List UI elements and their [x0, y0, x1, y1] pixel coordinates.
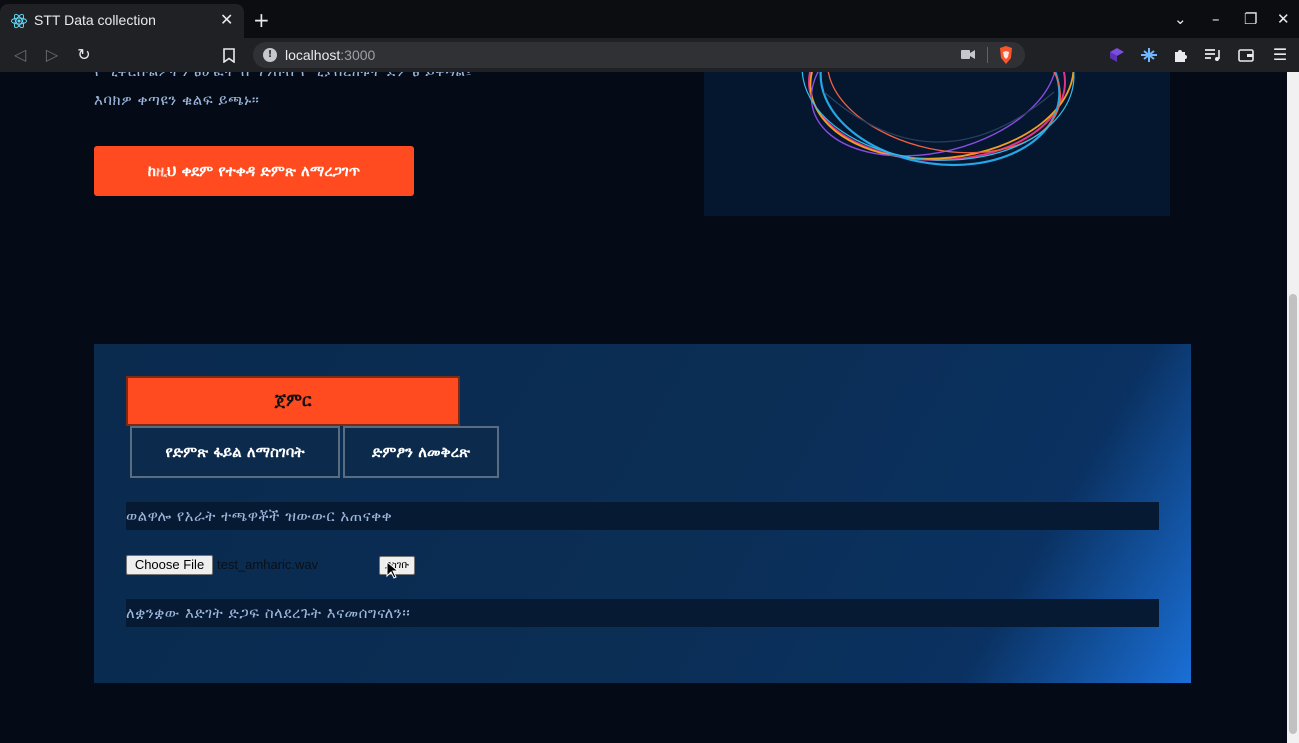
forward-icon[interactable]: ▷	[42, 45, 62, 65]
bookmark-icon[interactable]	[219, 45, 239, 65]
close-window-icon[interactable]: ✕	[1277, 10, 1290, 28]
page-scrollbar[interactable]	[1287, 72, 1299, 743]
thank-you-message: ለቋንቋው እድገት ድጋፍ ስላደረጉት እናመሰግናለን፡፡	[126, 599, 1159, 627]
intro-text-line-2: እባክዎ ቀጣዩን ቁልፍ ይጫኑ።	[94, 91, 260, 109]
site-info-icon[interactable]: !	[263, 48, 277, 62]
url-port: :3000	[340, 47, 376, 63]
extensions-puzzle-icon[interactable]	[1172, 46, 1190, 64]
mouse-cursor-icon	[386, 561, 398, 579]
scrollbar-thumb[interactable]	[1289, 294, 1297, 734]
brave-shield-icon[interactable]	[998, 46, 1014, 64]
extension-puzzle-purple-icon[interactable]	[1108, 46, 1126, 64]
browser-toolbar: ◁ ▷ ↻ ! localhost:3000 9 ☰	[0, 38, 1299, 107]
sound-wave-rings-illustration	[801, 72, 1075, 167]
tab-title: STT Data collection	[34, 12, 156, 28]
verify-recorded-audio-button[interactable]: ከዚህ ቀደም የተቀዳ ድምጽ ለማረጋገጥ	[94, 146, 414, 196]
url-text[interactable]: localhost:3000	[285, 47, 375, 63]
wallet-icon[interactable]	[1237, 46, 1255, 64]
new-tab-button[interactable]: +	[253, 9, 270, 31]
audio-upload-card: ጀምር የድምጽ ፋይል ለማስገባት ድምፆን ለመቅረጽ ወልዋሎ የአራት…	[94, 344, 1191, 683]
maximize-icon[interactable]: ❐	[1244, 10, 1257, 28]
url-host: localhost	[285, 47, 341, 63]
react-logo-icon	[11, 13, 27, 29]
intro-text-line-1: የሚቀርቡልዎትን ፅሁፎች በማንበብ የሚያበረክቱት ድምፅ ይቀዳል፤	[94, 72, 472, 80]
camera-icon[interactable]	[961, 49, 975, 60]
menu-icon[interactable]: ☰	[1270, 45, 1290, 65]
browser-tab[interactable]: STT Data collection ✕	[0, 4, 244, 38]
address-bar[interactable]: ! localhost:3000	[253, 42, 1025, 68]
extension-plane-icon[interactable]	[1140, 46, 1158, 64]
choose-file-button[interactable]: Choose File	[126, 555, 213, 575]
minimize-icon[interactable]: –	[1212, 10, 1220, 28]
selected-file-name: test_amharic.wav	[217, 557, 319, 572]
tab-search-icon[interactable]: ⌄	[1174, 10, 1187, 28]
media-playlist-icon[interactable]	[1203, 46, 1221, 64]
reload-icon[interactable]: ↻	[74, 45, 94, 65]
prompt-sentence: ወልዋሎ የአራት ተጫዋቾች ዝውውር አጠናቀቀ	[126, 502, 1159, 530]
tab-close-icon[interactable]: ✕	[220, 10, 233, 30]
browser-tab-strip: STT Data collection ✕ + ⌄ – ❐ ✕	[0, 0, 1299, 38]
page-viewport: የሚቀርቡልዎትን ፅሁፎች በማንበብ የሚያበረክቱት ድምፅ ይቀዳል፤ …	[0, 72, 1287, 743]
tab-record-voice[interactable]: ድምፆን ለመቅረጽ	[343, 426, 499, 478]
back-icon[interactable]: ◁	[10, 45, 30, 65]
hero-image-sound-waves	[704, 72, 1170, 216]
start-button[interactable]: ጀምር	[126, 376, 460, 426]
address-bar-divider	[987, 47, 988, 63]
tab-upload-audio-file[interactable]: የድምጽ ፋይል ለማስገባት	[130, 426, 340, 478]
